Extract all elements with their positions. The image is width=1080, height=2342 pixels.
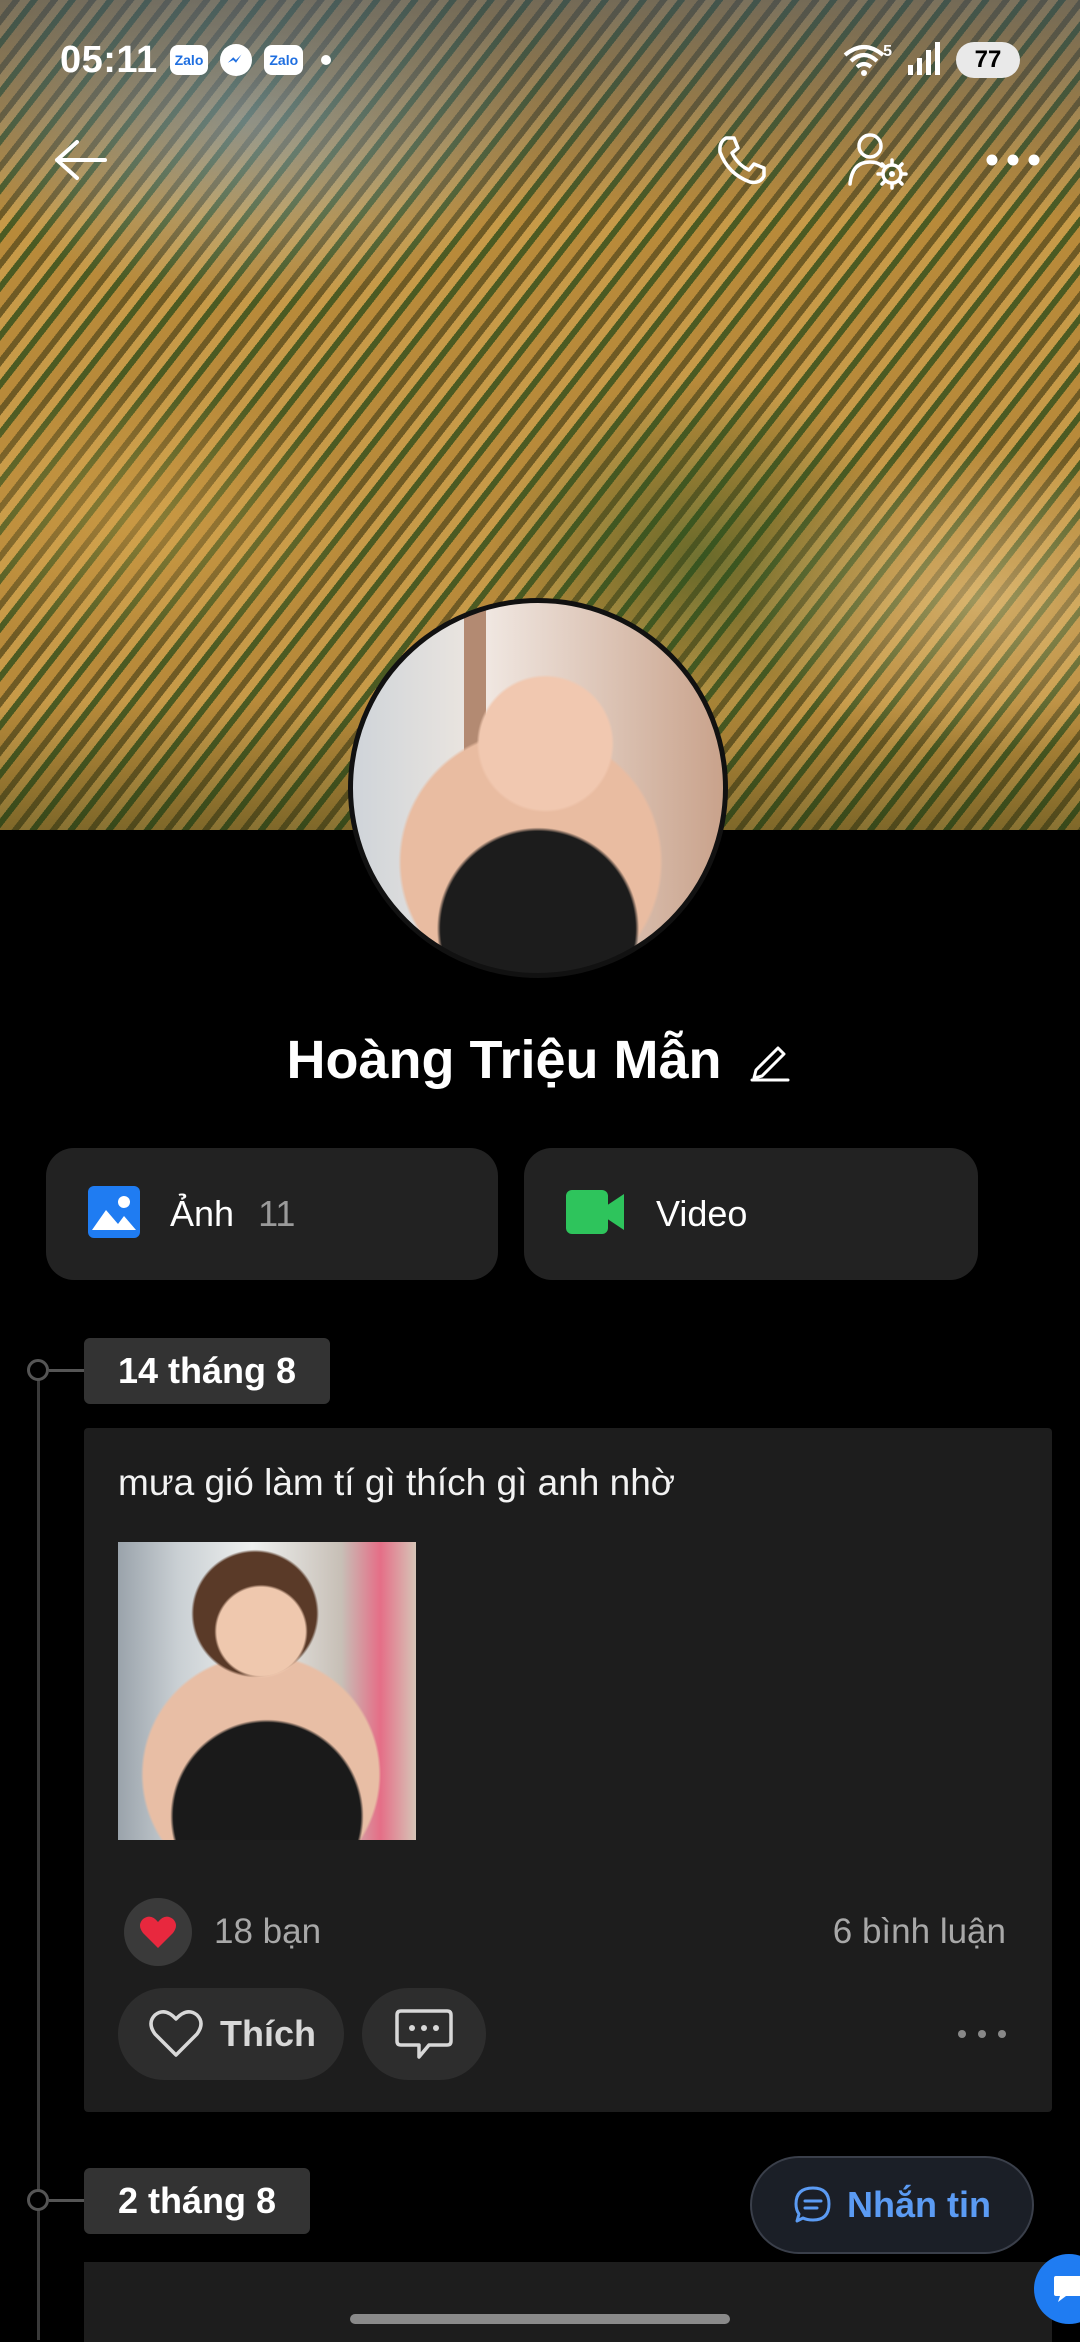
wifi-label: 5	[883, 43, 892, 60]
chat-icon	[1054, 2276, 1080, 2302]
comment-count[interactable]: 6 bình luận	[833, 1912, 1006, 1952]
signal-icon	[906, 41, 942, 80]
edit-name-icon[interactable]	[746, 1036, 794, 1084]
wifi-icon: 5	[843, 43, 892, 77]
reaction-count[interactable]: 18 bạn	[214, 1912, 321, 1952]
timeline-node	[27, 2189, 49, 2211]
more-horizontal-icon	[958, 2030, 1006, 2038]
photo-icon	[88, 1185, 140, 1243]
heart-outline-icon	[149, 2010, 203, 2057]
like-label: Thích	[220, 2013, 316, 2054]
post-photo[interactable]	[118, 1542, 416, 1840]
profile-avatar[interactable]	[348, 598, 728, 978]
photos-label: Ảnh	[170, 1193, 235, 1234]
user-settings-icon	[848, 133, 908, 190]
profile-settings-button[interactable]	[842, 128, 914, 192]
post-card[interactable]: mưa gió làm tí gì thích gì anh nhờ 18 bạ…	[84, 1428, 1052, 2112]
profile-toolbar	[0, 120, 1080, 200]
back-button[interactable]	[48, 132, 112, 188]
profile-name: Hoàng Triệu Mẫn	[286, 1030, 722, 1090]
comment-icon	[395, 2009, 453, 2059]
more-options-button[interactable]	[978, 128, 1048, 192]
heart-reaction-icon	[124, 1898, 192, 1966]
message-button[interactable]: Nhắn tin	[750, 2156, 1034, 2254]
video-icon	[566, 1188, 626, 1241]
call-button[interactable]	[710, 128, 774, 192]
profile-name-row: Hoàng Triệu Mẫn	[0, 1020, 1080, 1100]
battery-indicator: 77	[956, 42, 1020, 78]
timeline-tick	[49, 1369, 85, 1372]
messenger-icon	[220, 44, 253, 76]
photos-button[interactable]: Ảnh 11	[46, 1148, 498, 1280]
zalo-notification-icon: Zalo	[264, 45, 304, 75]
photos-count: 11	[258, 1193, 296, 1234]
post-more-button[interactable]	[952, 2014, 1012, 2054]
videos-label: Video	[656, 1193, 748, 1234]
more-horizontal-icon	[986, 154, 1040, 166]
status-bar: 05:11 Zalo Zalo 5 77	[60, 32, 1020, 88]
comment-button[interactable]	[362, 1988, 486, 2080]
chat-bubble-icon	[794, 2186, 831, 2223]
timeline-node	[27, 1359, 49, 1381]
post-card-partial[interactable]	[84, 2262, 1052, 2342]
post-text: mưa gió làm tí gì thích gì anh nhờ	[118, 1462, 676, 1503]
status-right: 5 77	[843, 41, 1020, 80]
post-date: 2 tháng 8	[84, 2168, 311, 2234]
videos-button[interactable]: Video	[524, 1148, 978, 1280]
notification-dot	[321, 55, 332, 65]
post-date: 14 tháng 8	[84, 1338, 331, 1404]
phone-icon	[718, 136, 766, 185]
like-button[interactable]: Thích	[118, 1988, 344, 2080]
home-indicator[interactable]	[350, 2314, 730, 2324]
back-arrow-icon	[55, 140, 107, 180]
zalo-notification-icon: Zalo	[169, 45, 209, 75]
timeline-tick	[49, 2199, 85, 2202]
message-label: Nhắn tin	[847, 2184, 991, 2225]
status-time: 05:11	[60, 38, 158, 81]
